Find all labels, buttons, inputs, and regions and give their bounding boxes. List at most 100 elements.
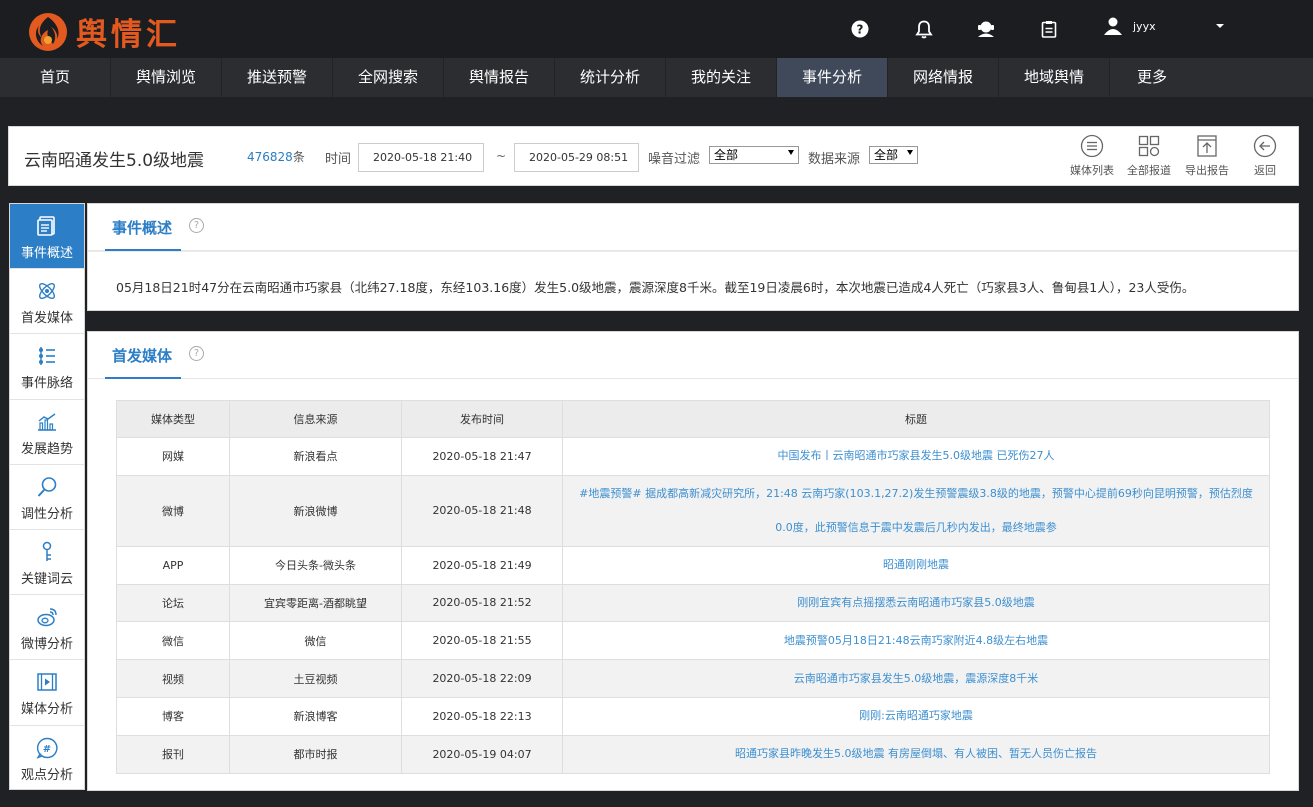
document-icon <box>37 216 55 236</box>
support-icon[interactable] <box>975 18 997 40</box>
sidebar-item-media-analysis[interactable]: 媒体分析 <box>10 660 84 726</box>
help-icon[interactable]: ? <box>849 18 871 40</box>
key-icon <box>42 541 52 561</box>
cell-source: 新浪看点 <box>229 437 402 476</box>
tab-underline <box>105 377 181 379</box>
first-media-title[interactable]: 首发媒体 <box>112 345 172 366</box>
overview-title[interactable]: 事件概述 <box>112 217 172 238</box>
nav-item-intelligence[interactable]: 网络情报 <box>888 58 999 97</box>
cell-time: 2020-05-18 22:09 <box>401 659 563 698</box>
sidebar-item-label: 媒体分析 <box>20 702 73 718</box>
noise-filter-select[interactable]: 全部 <box>709 146 799 164</box>
cell-media-type: 视频 <box>116 659 230 698</box>
timeline-icon <box>39 347 55 366</box>
back-label: 返回 <box>1254 164 1276 177</box>
chevron-down-icon[interactable] <box>1216 24 1224 28</box>
overview-header: 事件概述 ? <box>88 204 1298 251</box>
cell-time: 2020-05-18 21:48 <box>401 474 563 547</box>
cell-title-link[interactable]: #地震预警# 据成都高新减灾研究所，21:48 云南巧家(103.1,27.2)… <box>562 474 1270 547</box>
export-report-button[interactable]: 导出报告 <box>1179 134 1235 178</box>
sidebar-item-label: 首发媒体 <box>20 311 73 327</box>
cell-title-link[interactable]: 地震预警05月18日21:48云南巧家附近4.8级左右地震 <box>562 621 1270 661</box>
nav-item-regional[interactable]: 地域舆情 <box>999 58 1110 97</box>
sidebar-item-label: 观点分析 <box>20 767 73 783</box>
nav-item-event-analysis[interactable]: 事件分析 <box>777 58 888 97</box>
data-source-label: 数据来源 <box>808 152 861 167</box>
back-button[interactable]: 返回 <box>1237 134 1293 178</box>
sidebar-item-timeline[interactable]: 事件脉络 <box>10 334 84 400</box>
sidebar-item-sentiment[interactable]: 调性分析 <box>10 465 84 530</box>
cell-source: 土豆视频 <box>229 659 402 698</box>
cell-media-type: 博客 <box>116 696 230 736</box>
nav-item-more[interactable]: 更多 <box>1110 58 1194 97</box>
svg-text:?: ? <box>857 23 864 37</box>
bell-icon[interactable] <box>913 18 935 40</box>
sidebar-item-label: 事件概述 <box>20 246 73 261</box>
nav-item-statistics[interactable]: 统计分析 <box>555 58 666 97</box>
dropdown-arrow-icon <box>788 150 794 155</box>
dropdown-arrow-icon <box>907 150 913 155</box>
cell-title-link[interactable]: 刚刚宜宾有点摇摆悉云南昭通市巧家县5.0级地震 <box>562 583 1270 623</box>
table-row: 论坛 宜宾零距离-酒都眺望 2020-05-18 21:52 刚刚宜宾有点摇摆悉… <box>116 583 1270 623</box>
all-reports-button[interactable]: 全部报道 <box>1121 134 1177 178</box>
cell-source: 都市时报 <box>229 734 402 774</box>
cell-title-link[interactable]: 昭通刚刚地震 <box>562 545 1270 585</box>
sidebar-item-overview[interactable]: 事件概述 <box>10 204 84 270</box>
user-menu[interactable]: jyyx <box>1103 17 1156 35</box>
top-header: 舆情汇 ? jyyx <box>0 0 1313 58</box>
weibo-icon <box>37 608 57 627</box>
table-row: 微信 微信 2020-05-18 21:55 地震预警05月18日21:48云南… <box>116 621 1270 661</box>
film-icon <box>37 673 57 692</box>
data-source-select[interactable]: 全部 <box>869 146 918 164</box>
cell-media-type: 微博 <box>116 474 230 547</box>
filter-bar: 云南昭通发生5.0级地震 476828条 时间 2020-05-18 21:40… <box>8 126 1299 186</box>
nav-item-report[interactable]: 舆情报告 <box>444 58 555 97</box>
cell-title-link[interactable]: 昭通巧家县昨晚发生5.0级地震 有房屋倒塌、有人被困、暂无人员伤亡报告 <box>562 734 1270 774</box>
table-header-row: 媒体类型 信息来源 发布时间 标题 <box>116 400 1270 438</box>
start-time-input[interactable]: 2020-05-18 21:40 <box>358 143 484 172</box>
cell-source: 今日头条-微头条 <box>229 545 402 585</box>
event-title: 云南昭通发生5.0级地震 <box>24 151 205 171</box>
column-header-time: 发布时间 <box>401 400 563 438</box>
back-icon <box>1253 134 1277 158</box>
sidebar-item-label: 调性分析 <box>20 506 73 522</box>
column-header-source: 信息来源 <box>229 400 402 438</box>
help-icon[interactable]: ? <box>189 346 204 361</box>
clipboard-icon[interactable] <box>1038 18 1060 40</box>
media-list-label: 媒体列表 <box>1070 164 1114 177</box>
nav-item-follow[interactable]: 我的关注 <box>666 58 777 97</box>
cell-media-type: APP <box>116 545 230 585</box>
sidebar-item-weibo[interactable]: 微博分析 <box>10 595 84 661</box>
sidebar-item-first-media[interactable]: 首发媒体 <box>10 269 84 335</box>
overview-panel: 事件概述 ? 05月18日21时47分在云南昭通市巧家县（北纬27.18度，东经… <box>87 203 1299 311</box>
main-nav: 首页 舆情浏览 推送预警 全网搜索 舆情报告 统计分析 我的关注 事件分析 网络… <box>0 58 1313 97</box>
cell-title-link[interactable]: 刚刚:云南昭通巧家地震 <box>562 696 1270 736</box>
cell-time: 2020-05-18 21:55 <box>401 621 563 661</box>
noise-filter-label: 噪音过滤 <box>648 152 701 167</box>
end-time-input[interactable]: 2020-05-29 08:51 <box>514 143 639 172</box>
media-list-button[interactable]: 媒体列表 <box>1064 134 1120 178</box>
help-icon[interactable]: ? <box>189 218 204 233</box>
table-row: 博客 新浪博客 2020-05-18 22:13 刚刚:云南昭通巧家地震 <box>116 696 1270 736</box>
sidebar-item-label: 微博分析 <box>20 637 73 653</box>
cell-title-link[interactable]: 云南昭通市巧家县发生5.0级地震，震源深度8千米 <box>562 659 1270 698</box>
column-header-media-type: 媒体类型 <box>116 400 230 438</box>
list-icon <box>1080 134 1104 158</box>
flame-logo-icon <box>29 12 67 51</box>
nav-item-alert[interactable]: 推送预警 <box>222 58 333 97</box>
svg-text:#: # <box>43 744 51 755</box>
sidebar-item-keywords[interactable]: 关键词云 <box>10 530 84 596</box>
table-row: 微博 新浪微博 2020-05-18 21:48 #地震预警# 据成都高新减灾研… <box>116 474 1270 547</box>
logo[interactable]: 舆情汇 <box>26 9 181 54</box>
count-value: 476828 <box>247 150 293 164</box>
cell-media-type: 微信 <box>116 621 230 661</box>
sidebar-item-opinion[interactable]: # 观点分析 <box>10 726 84 791</box>
nav-item-search[interactable]: 全网搜索 <box>333 58 444 97</box>
nav-item-home[interactable]: 首页 <box>0 58 111 97</box>
cell-title-link[interactable]: 中国发布丨云南昭通市巧家县发生5.0级地震 已死伤27人 <box>562 437 1270 476</box>
cell-time: 2020-05-19 04:07 <box>401 734 563 774</box>
sidebar-item-trend[interactable]: 发展趋势 <box>10 400 84 465</box>
time-separator: ~ <box>496 149 507 163</box>
atom-icon <box>39 283 55 300</box>
nav-item-browse[interactable]: 舆情浏览 <box>111 58 222 97</box>
